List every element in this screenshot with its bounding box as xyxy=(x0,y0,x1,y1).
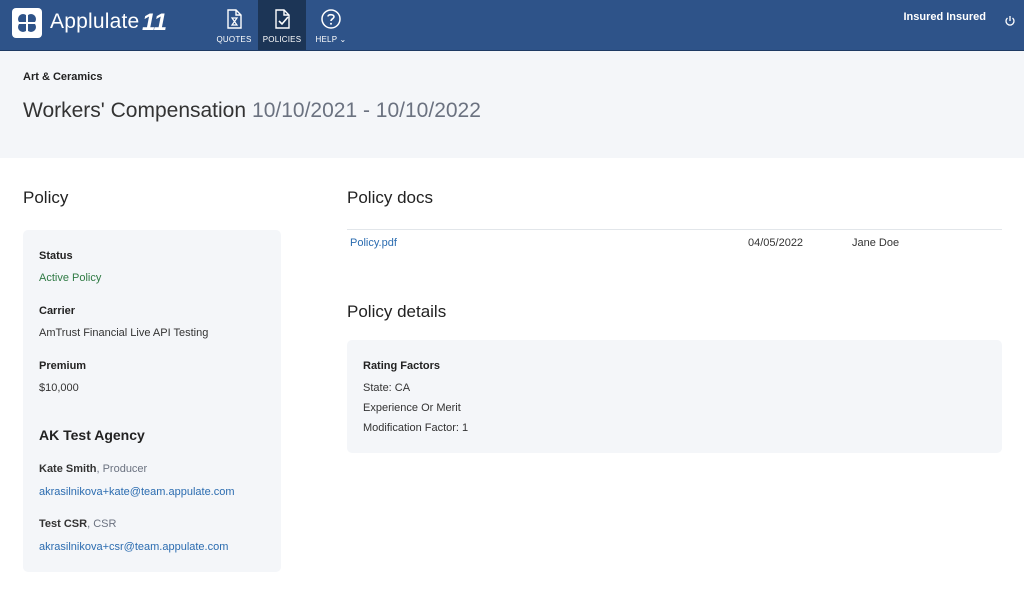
contact-name: Test CSR, CSR xyxy=(39,518,117,530)
policy-card: Status Active Policy Carrier AmTrust Fin… xyxy=(23,230,281,572)
policy-header: Art & Ceramics Workers' Compensation 10/1… xyxy=(0,51,1024,158)
power-icon[interactable] xyxy=(1004,12,1016,31)
nav-help-label: HELP ⌄ xyxy=(315,35,347,44)
nav-quotes-label: QUOTES xyxy=(216,35,252,44)
policy-docs-heading: Policy docs xyxy=(347,188,433,207)
document-row: Policy.pdf 04/05/2022 Jane Doe xyxy=(347,237,1002,253)
user-menu[interactable]: Insured Insured xyxy=(903,11,986,23)
policy-dates: 10/10/2021 - 10/10/2022 xyxy=(252,99,481,122)
premium-label: Premium xyxy=(39,360,87,372)
insured-name: Art & Ceramics xyxy=(23,71,103,83)
nav-policies-label: POLICIES xyxy=(262,35,302,44)
nav-help[interactable]: HELP ⌄ xyxy=(306,0,356,50)
document-author: Jane Doe xyxy=(852,237,900,249)
help-icon xyxy=(321,9,341,33)
document-link[interactable]: Policy.pdf xyxy=(350,237,397,249)
nav-quotes[interactable]: QUOTES xyxy=(210,0,258,50)
rating-factor-line: State: CA xyxy=(363,382,411,394)
top-navigation-bar: Applulate 11 QUOTES POLICIES HELP ⌄ Insu… xyxy=(0,0,1024,51)
premium-value: $10,000 xyxy=(39,382,79,394)
policy-details-heading: Policy details xyxy=(347,302,447,321)
rating-factor-line: Modification Factor: 1 xyxy=(363,422,469,434)
contact-email-link[interactable]: akrasilnikova+kate@team.appulate.com xyxy=(39,486,235,498)
policy-heading: Policy xyxy=(23,188,69,207)
carrier-value: AmTrust Financial Live API Testing xyxy=(39,327,209,339)
nav-policies[interactable]: POLICIES xyxy=(258,0,306,50)
status-value: Active Policy xyxy=(39,272,102,284)
carrier-label: Carrier xyxy=(39,305,76,317)
brand-name[interactable]: Applulate xyxy=(50,10,139,34)
document-date: 04/05/2022 xyxy=(748,237,804,249)
agency-name: AK Test Agency xyxy=(39,427,145,443)
rating-factors-card: Rating Factors State: CA Experience Or M… xyxy=(347,340,1002,453)
page-title: Workers' Compensation 10/10/2021 - 10/10/… xyxy=(23,99,481,123)
policy-type: Workers' Compensation xyxy=(23,99,247,122)
rating-factors-title: Rating Factors xyxy=(363,360,441,372)
applulate-logo-icon[interactable] xyxy=(12,8,42,38)
status-label: Status xyxy=(39,250,73,262)
divider xyxy=(347,229,1002,230)
chevron-down-icon: ⌄ xyxy=(339,35,347,44)
contact-email-link[interactable]: akrasilnikova+csr@team.appulate.com xyxy=(39,541,228,553)
brand-mark: 11 xyxy=(142,9,167,36)
document-hourglass-icon xyxy=(224,9,244,33)
contact-name: Kate Smith, Producer xyxy=(39,463,148,475)
document-check-icon xyxy=(272,9,292,33)
rating-factor-line: Experience Or Merit xyxy=(363,402,461,414)
